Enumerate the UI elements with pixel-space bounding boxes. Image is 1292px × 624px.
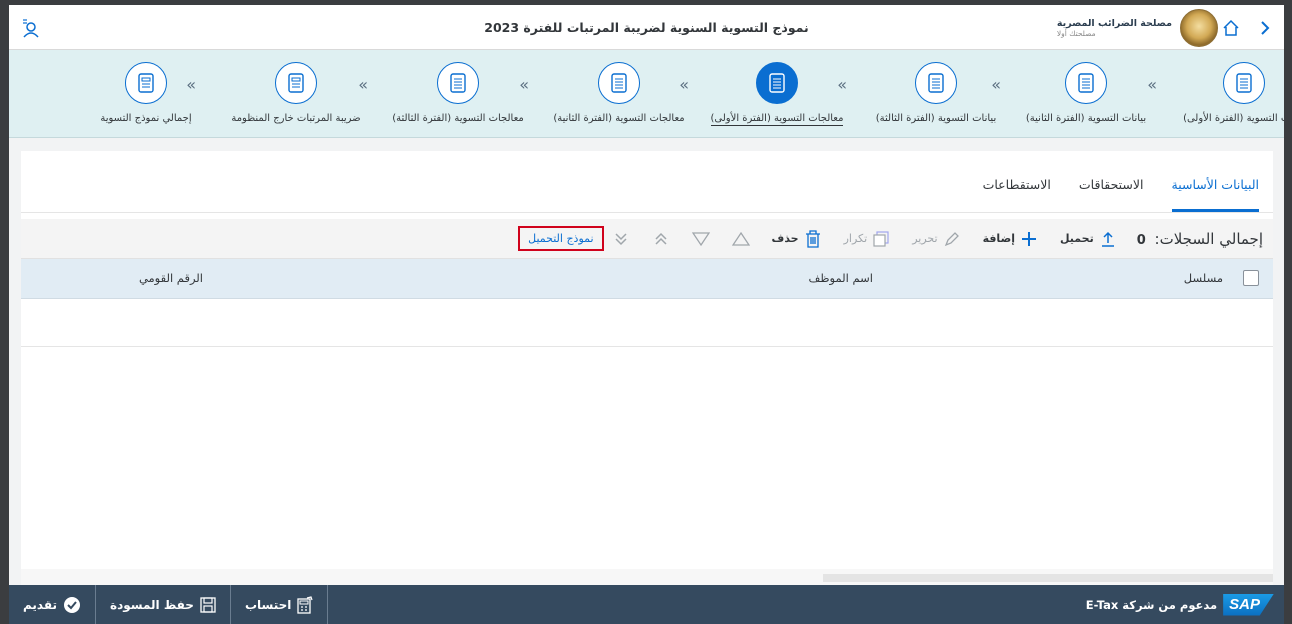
chevron-right-icon[interactable] (1252, 15, 1278, 41)
wizard-step-label: معالجات التسوية (الفترة الثالثة) (392, 113, 524, 124)
powered-by: SAP مدعوم من شركة E-Tax (1085, 593, 1284, 616)
org-name: مصلحة الضرائب المصرية (1056, 18, 1172, 29)
column-serial[interactable]: مسلسل (1184, 271, 1223, 285)
records-count: إجمالي السجلات: 0 (1137, 230, 1263, 248)
upload-label: تحميل (1059, 232, 1094, 245)
org-tagline: مصلحتك أولا (1056, 29, 1096, 38)
document-list-icon (1065, 62, 1107, 104)
document-list-icon (915, 62, 957, 104)
wizard-progress: بيانات التسوية (الفترة الأولى) « بيانات … (9, 50, 1284, 138)
page-title: نموذج التسوية السنوية لضريبة المرتبات لل… (484, 19, 809, 35)
duplicate-label: تكرار (843, 232, 868, 245)
move-up-button[interactable] (731, 230, 750, 248)
edit-label: تحرير (912, 232, 938, 245)
records-count-label: إجمالي السجلات: (1154, 229, 1263, 248)
save-icon (200, 596, 216, 613)
move-bottom-button[interactable] (612, 230, 630, 248)
org-logo: مصلحة الضرائب المصرية مصلحتك أولا (1056, 9, 1218, 47)
trash-icon (804, 229, 822, 248)
wizard-step-label: معالجات التسوية (الفترة الأولى) (710, 113, 844, 126)
document-list-icon (598, 62, 640, 104)
table-toolbar: إجمالي السجلات: 0 تحميل إضافة تحرير تكرا… (21, 219, 1273, 259)
document-list-icon (1223, 62, 1265, 104)
user-settings-icon[interactable] (21, 17, 45, 39)
add-label: إضافة (982, 232, 1015, 245)
table-header: مسلسل اسم الموظف الرقم القومي (21, 259, 1273, 299)
table-row (21, 299, 1273, 347)
submit-label: تقديم (23, 597, 57, 612)
tab-basic-data[interactable]: البيانات الأساسية (1171, 177, 1259, 212)
org-seal-logo (1180, 9, 1218, 47)
horizontal-scrollbar[interactable] (21, 569, 1273, 585)
document-icon (125, 62, 167, 104)
powered-by-text: مدعوم من شركة E-Tax (1085, 597, 1218, 612)
home-icon[interactable] (1218, 15, 1244, 41)
document-icon (275, 62, 317, 104)
copy-icon (872, 230, 890, 248)
plus-icon (1020, 230, 1038, 248)
app-window: نموذج التسوية السنوية لضريبة المرتبات لل… (9, 5, 1284, 585)
document-list-icon (756, 62, 798, 104)
delete-label: حذف (771, 232, 799, 245)
wizard-step-8[interactable]: إجمالي نموذج التسوية (51, 62, 241, 124)
triangle-down-icon (691, 230, 710, 248)
save-draft-label: حفظ المسودة (110, 597, 194, 612)
wizard-step-label: إجمالي نموذج التسوية (100, 113, 192, 124)
select-all-checkbox[interactable] (1243, 270, 1259, 286)
calculator-icon (297, 595, 313, 614)
calculate-button[interactable]: احتساب (231, 585, 329, 624)
document-list-icon (437, 62, 479, 104)
sap-logo: SAP (1223, 593, 1274, 616)
template-download-link[interactable]: نموذج التحميل (518, 226, 604, 251)
move-top-button[interactable] (652, 230, 670, 248)
footer-bar: تقديم حفظ المسودة احتساب SAP مدعوم من شر… (9, 585, 1284, 624)
scrollbar-thumb[interactable] (823, 574, 1273, 582)
save-draft-button[interactable]: حفظ المسودة (96, 585, 231, 624)
double-chevron-up-icon (652, 230, 670, 248)
duplicate-button[interactable]: تكرار (844, 230, 891, 248)
shell-bar: نموذج التسوية السنوية لضريبة المرتبات لل… (9, 5, 1284, 50)
submit-button[interactable]: تقديم (9, 585, 96, 624)
calculate-label: احتساب (244, 597, 292, 612)
tab-bar: البيانات الأساسية الاستحقاقات الاستقطاعا… (21, 151, 1273, 213)
delete-button[interactable]: حذف (771, 229, 822, 248)
double-chevron-down-icon (612, 230, 630, 248)
check-circle-icon (64, 596, 80, 613)
pencil-icon (943, 230, 961, 248)
content-panel: البيانات الأساسية الاستحقاقات الاستقطاعا… (21, 151, 1273, 585)
triangle-up-icon (731, 230, 750, 248)
tab-deductions[interactable]: الاستقطاعات (983, 177, 1051, 212)
move-down-button[interactable] (691, 230, 710, 248)
upload-button[interactable]: تحميل (1060, 230, 1117, 248)
column-national-id[interactable]: الرقم القومي (139, 271, 203, 285)
wizard-step-6[interactable]: معالجات التسوية (الفترة الثالثة) (363, 62, 553, 124)
records-count-value: 0 (1136, 232, 1146, 248)
tab-entitlements[interactable]: الاستحقاقات (1079, 177, 1144, 212)
column-employee-name[interactable]: اسم الموظف (809, 271, 874, 285)
add-button[interactable]: إضافة (983, 230, 1038, 248)
edit-button[interactable]: تحرير (912, 230, 960, 248)
upload-icon (1099, 230, 1117, 248)
